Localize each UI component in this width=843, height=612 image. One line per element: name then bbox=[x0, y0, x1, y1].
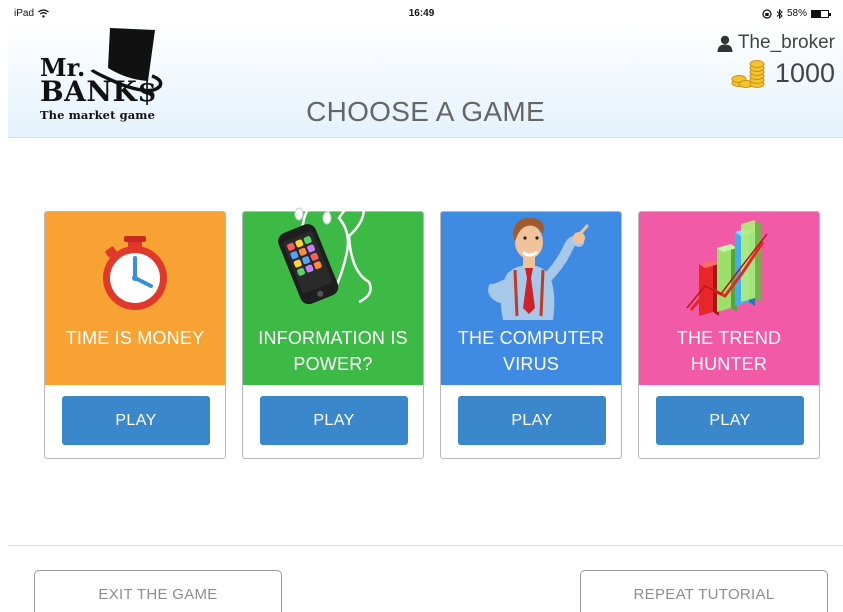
battery-percent: 58% bbox=[786, 8, 807, 19]
user-icon bbox=[717, 35, 733, 52]
game-title: THE COMPUTER VIRUS bbox=[441, 325, 621, 377]
footer-divider bbox=[8, 545, 843, 546]
game-title-line1: INFORMATION IS bbox=[258, 328, 408, 348]
game-title-line1: TIME IS MONEY bbox=[65, 328, 205, 348]
username-row: The_broker bbox=[717, 32, 835, 54]
play-button[interactable]: PLAY bbox=[458, 396, 606, 445]
game-card-the-trend-hunter: THE TREND HUNTER PLAY bbox=[638, 211, 820, 459]
coins-row: 1000 bbox=[717, 58, 835, 89]
game-title-line1: THE TREND bbox=[676, 328, 782, 348]
repeat-tutorial-button[interactable]: REPEAT TUTORIAL bbox=[580, 570, 828, 612]
game-title: INFORMATION IS POWER? bbox=[243, 325, 423, 377]
bluetooth-icon bbox=[776, 8, 783, 19]
game-title-line1: THE COMPUTER bbox=[457, 328, 605, 348]
game-title: TIME IS MONEY bbox=[45, 325, 225, 351]
game-title-line2: VIRUS bbox=[502, 354, 559, 374]
user-info: The_broker 1000 bbox=[717, 32, 835, 89]
exit-game-button[interactable]: EXIT THE GAME bbox=[34, 570, 282, 612]
play-button[interactable]: PLAY bbox=[260, 396, 408, 445]
play-button[interactable]: PLAY bbox=[62, 396, 210, 445]
game-title-line2: HUNTER bbox=[690, 354, 768, 374]
game-card-time-is-money: TIME IS MONEY PLAY bbox=[44, 211, 226, 459]
status-right: 58% bbox=[762, 8, 831, 19]
play-button[interactable]: PLAY bbox=[656, 396, 804, 445]
username: The_broker bbox=[737, 32, 835, 53]
game-title: THE TREND HUNTER bbox=[639, 325, 819, 377]
stopwatch-icon bbox=[103, 236, 167, 310]
orientation-lock-icon bbox=[762, 8, 772, 19]
battery-icon bbox=[811, 9, 831, 18]
game-card-information-is-power: INFORMATION IS POWER? PLAY bbox=[242, 199, 424, 459]
coins-icon bbox=[731, 59, 765, 88]
game-title-line2: POWER? bbox=[293, 354, 373, 374]
page-title: CHOOSE A GAME bbox=[306, 96, 545, 127]
game-card-the-computer-virus: THE COMPUTER VIRUS PLAY bbox=[440, 211, 622, 459]
coin-balance: 1000 bbox=[774, 58, 835, 88]
header: Mr. BANK$ The market game CHOOSE A GAME … bbox=[8, 22, 843, 138]
